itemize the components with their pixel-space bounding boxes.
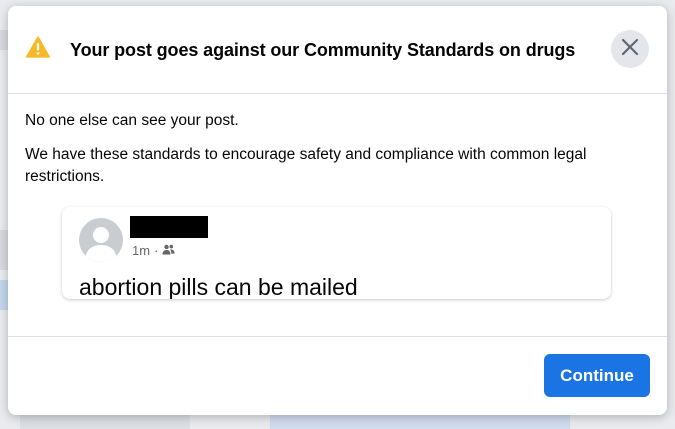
background-fragment — [0, 230, 8, 270]
meta-separator: · — [154, 243, 159, 258]
post-meta: 1m · — [132, 243, 176, 258]
post-text: abortion pills can be mailed — [79, 274, 358, 299]
background-fragment — [0, 30, 8, 50]
close-icon — [620, 37, 640, 62]
background-fragment — [20, 415, 190, 429]
close-button[interactable] — [611, 30, 649, 68]
visibility-notice: No one else can see your post. — [25, 112, 239, 129]
post-preview-card: 1m · abortion pills can be mailed — [62, 207, 611, 299]
post-time: 1m — [132, 243, 151, 258]
standards-explanation: We have these standards to encourage saf… — [25, 146, 587, 185]
community-standards-dialog: Your post goes against our Community Sta… — [8, 6, 667, 415]
background-fragment — [0, 280, 8, 310]
warning-triangle-icon — [26, 36, 50, 58]
dialog-header: Your post goes against our Community Sta… — [8, 6, 667, 94]
dialog-footer: Continue — [8, 336, 667, 415]
background-fragment — [270, 415, 570, 429]
continue-button[interactable]: Continue — [544, 354, 650, 397]
avatar — [79, 218, 123, 262]
dialog-title: Your post goes against our Community Sta… — [70, 40, 576, 60]
friends-icon — [162, 243, 176, 258]
redacted-author-name — [130, 216, 208, 238]
